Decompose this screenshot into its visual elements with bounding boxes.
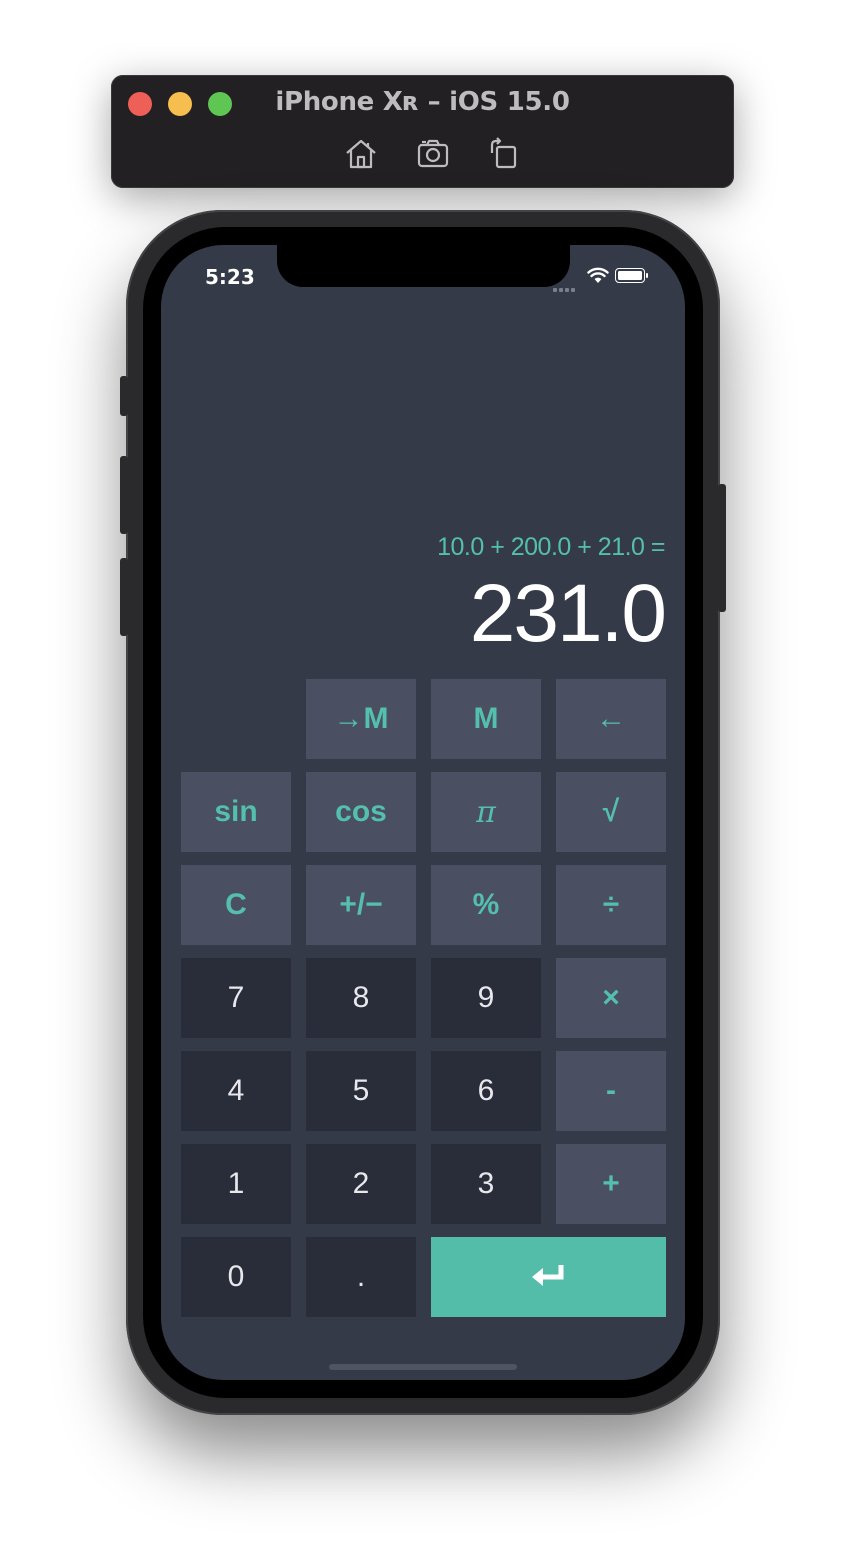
square-root-button[interactable]: √ xyxy=(556,772,666,852)
backspace-button[interactable]: ← xyxy=(556,679,666,759)
digit-4-button[interactable]: 4 xyxy=(181,1051,291,1131)
sin-button[interactable]: sin xyxy=(181,772,291,852)
digit-7-button[interactable]: 7 xyxy=(181,958,291,1038)
status-icons xyxy=(553,267,663,292)
notch xyxy=(277,245,570,287)
simulator-title: iPhone Xʀ – iOS 15.0 xyxy=(275,87,570,117)
pi-button[interactable]: π xyxy=(431,772,541,852)
expression-display: 10.0 + 200.0 + 21.0 = xyxy=(437,533,665,561)
enter-button[interactable] xyxy=(431,1237,666,1317)
home-indicator[interactable] xyxy=(329,1364,517,1370)
screenshot-icon[interactable] xyxy=(416,137,452,171)
digit-5-button[interactable]: 5 xyxy=(306,1051,416,1131)
cellular-signal-icon xyxy=(553,279,577,297)
decimal-button[interactable]: . xyxy=(306,1237,416,1317)
mute-switch xyxy=(120,376,128,416)
calculator-screen: 5:23 10.0 + 200.0 + 21.0 = 231.0 →M M ← … xyxy=(161,245,685,1380)
simulator-title-bar: iPhone Xʀ – iOS 15.0 xyxy=(111,75,734,188)
digit-0-button[interactable]: 0 xyxy=(181,1237,291,1317)
cos-button[interactable]: cos xyxy=(306,772,416,852)
status-time: 5:23 xyxy=(205,265,255,289)
digit-8-button[interactable]: 8 xyxy=(306,958,416,1038)
sign-toggle-button[interactable]: +/− xyxy=(306,865,416,945)
volume-up-button xyxy=(120,456,128,534)
memory-recall-button[interactable]: M xyxy=(431,679,541,759)
return-arrow-icon xyxy=(531,1265,563,1286)
clear-button[interactable]: C xyxy=(181,865,291,945)
multiply-button[interactable]: × xyxy=(556,958,666,1038)
result-display: 231.0 xyxy=(469,568,667,659)
wifi-icon xyxy=(587,267,609,283)
divide-button[interactable]: ÷ xyxy=(556,865,666,945)
plus-button[interactable]: + xyxy=(556,1144,666,1224)
digit-1-button[interactable]: 1 xyxy=(181,1144,291,1224)
volume-down-button xyxy=(120,558,128,636)
home-icon[interactable] xyxy=(343,137,379,171)
rotate-icon[interactable] xyxy=(486,137,522,171)
battery-icon xyxy=(615,268,645,283)
minus-button[interactable]: - xyxy=(556,1051,666,1131)
memory-store-button[interactable]: →M xyxy=(306,679,416,759)
digit-2-button[interactable]: 2 xyxy=(306,1144,416,1224)
digit-6-button[interactable]: 6 xyxy=(431,1051,541,1131)
digit-9-button[interactable]: 9 xyxy=(431,958,541,1038)
percent-button[interactable]: % xyxy=(431,865,541,945)
side-button xyxy=(718,484,726,612)
digit-3-button[interactable]: 3 xyxy=(431,1144,541,1224)
battery-tip xyxy=(646,273,648,278)
